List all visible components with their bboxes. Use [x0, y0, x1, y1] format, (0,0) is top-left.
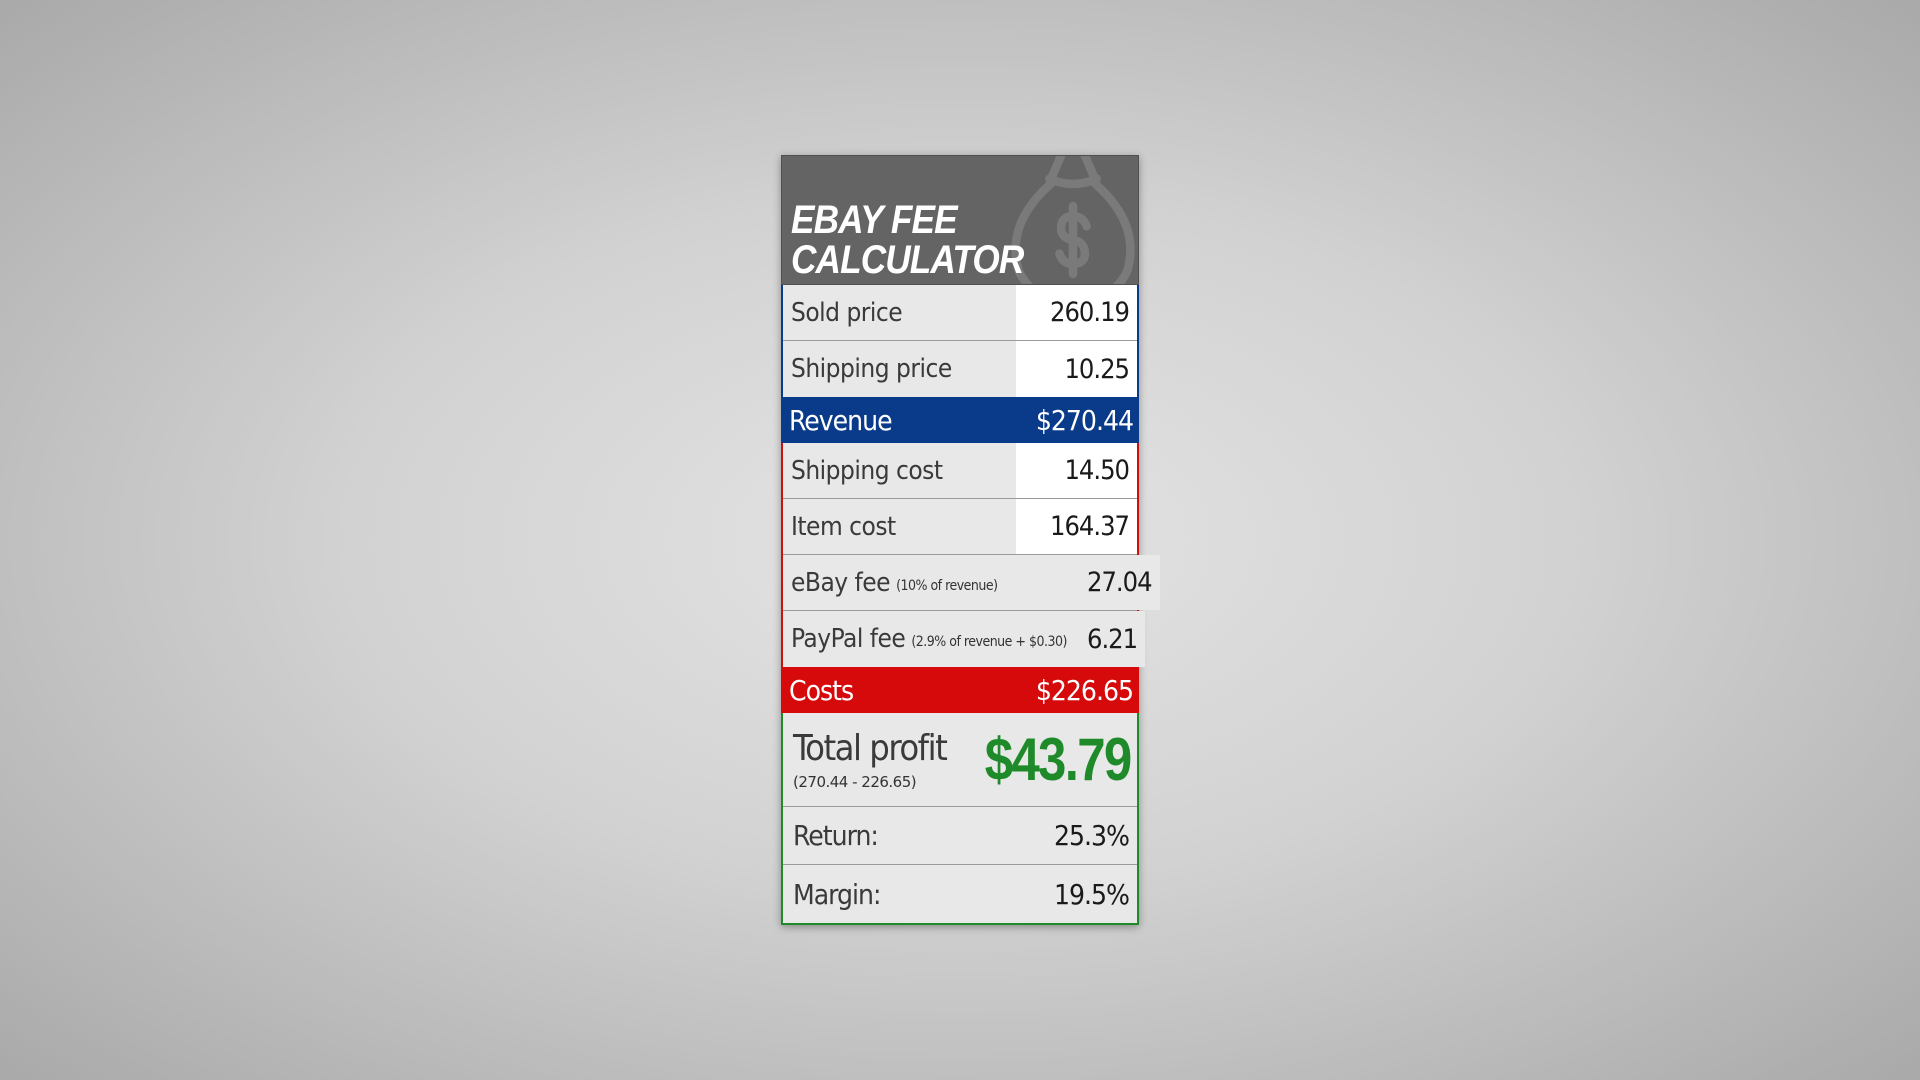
paypal-fee-value: 6.21 [1087, 611, 1146, 667]
margin-row: Margin: 19.5% [783, 865, 1137, 923]
title-line-2: CALCULATOR [791, 238, 1024, 282]
revenue-label: Revenue [789, 403, 893, 437]
sold-price-row: Sold price 260.19 [783, 285, 1137, 341]
item-cost-row: Item cost 164.37 [783, 499, 1137, 555]
costs-label: Costs [789, 673, 854, 707]
costs-value: $226.65 [1035, 673, 1134, 707]
paypal-fee-row: PayPal fee (2.9% of revenue + $0.30) 6.2… [783, 611, 1146, 667]
revenue-value: $270.44 [1035, 403, 1134, 437]
revenue-inputs: Sold price 260.19 Shipping price 10.25 [781, 285, 1139, 397]
shipping-cost-label: Shipping cost [783, 443, 1016, 498]
paypal-fee-label: PayPal fee [791, 624, 906, 654]
calculator-title: EBAY FEE CALCULATOR [791, 198, 1024, 282]
margin-label: Margin: [793, 877, 881, 911]
total-profit-formula: (270.44 - 226.65) [793, 772, 917, 791]
total-profit-value: $43.79 [985, 726, 1132, 793]
ebay-fee-calculator: EBAY FEE CALCULATOR Sold price 260.19 Sh… [781, 155, 1160, 925]
sold-price-label: Sold price [783, 285, 1016, 340]
ebay-fee-label-group: eBay fee (10% of revenue) [783, 555, 1087, 610]
return-label: Return: [793, 819, 879, 852]
shipping-cost-row: Shipping cost 14.50 [783, 443, 1137, 499]
item-cost-input[interactable]: 164.37 [1016, 499, 1137, 554]
item-cost-label: Item cost [783, 499, 1016, 554]
paypal-fee-note: (2.9% of revenue + $0.30) [911, 634, 1067, 650]
cost-inputs: Shipping cost 14.50 Item cost 164.37 eBa… [781, 443, 1160, 667]
ebay-fee-row: eBay fee (10% of revenue) 27.04 [783, 555, 1160, 611]
calculator-header: EBAY FEE CALCULATOR [781, 155, 1139, 285]
total-profit-label-group: Total profit (270.44 - 226.65) [793, 727, 948, 791]
revenue-bar: Revenue $270.44 [781, 397, 1139, 443]
ebay-fee-note: (10% of revenue) [896, 577, 998, 594]
shipping-cost-input[interactable]: 14.50 [1016, 443, 1137, 498]
shipping-price-label: Shipping price [783, 341, 1016, 397]
sold-price-input[interactable]: 260.19 [1016, 285, 1137, 340]
total-profit-row: Total profit (270.44 - 226.65) $43.79 [783, 713, 1137, 807]
shipping-price-row: Shipping price 10.25 [783, 341, 1137, 397]
margin-value: 19.5% [1053, 877, 1130, 911]
ebay-fee-value: 27.04 [1087, 555, 1160, 610]
costs-bar: Costs $226.65 [781, 667, 1139, 713]
ebay-fee-label: eBay fee [791, 567, 891, 598]
results-section: Total profit (270.44 - 226.65) $43.79 Re… [781, 713, 1139, 925]
shipping-price-input[interactable]: 10.25 [1016, 341, 1137, 397]
return-row: Return: 25.3% [783, 807, 1137, 865]
title-line-1: EBAY FEE [791, 198, 958, 242]
paypal-fee-label-group: PayPal fee (2.9% of revenue + $0.30) [783, 611, 1087, 667]
return-value: 25.3% [1053, 819, 1130, 852]
total-profit-label: Total profit [793, 727, 948, 769]
